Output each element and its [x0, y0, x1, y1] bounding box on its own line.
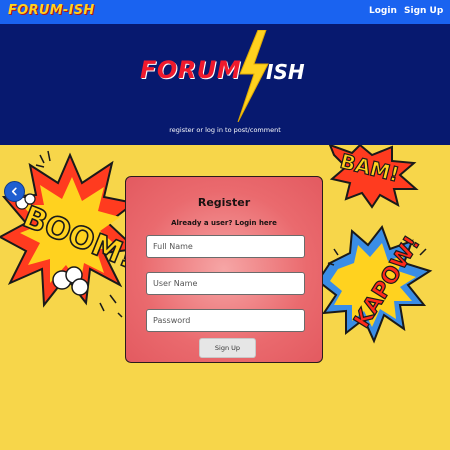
register-title: Register: [197, 196, 251, 209]
brand-logo[interactable]: FORUM-ISH: [8, 3, 95, 18]
user-name-input[interactable]: [146, 272, 305, 295]
signup-link[interactable]: Sign Up: [404, 6, 443, 16]
register-card: Register Already a user? Login here Sign…: [125, 176, 323, 363]
login-link[interactable]: Login: [369, 6, 397, 16]
boom-burst: BOOM!: [0, 150, 141, 318]
kapow-burst: KAPOW!: [316, 224, 433, 344]
hero-banner: FORUM ISH register or log in to post/com…: [0, 24, 450, 145]
top-navbar: FORUM-ISH Login Sign Up: [0, 0, 450, 24]
sign-up-button[interactable]: Sign Up: [199, 338, 256, 358]
full-name-input[interactable]: [146, 235, 305, 258]
back-button[interactable]: [4, 181, 25, 202]
password-input[interactable]: [146, 309, 305, 332]
hero-logo-ish: ISH: [266, 60, 305, 84]
login-here-link[interactable]: Already a user? Login here: [126, 219, 322, 227]
hero-logo-forum: FORUM: [140, 56, 242, 84]
chevron-left-icon: [11, 187, 17, 196]
bam-burst: BAM!: [328, 145, 419, 209]
hero-tagline: register or log in to post/comment: [169, 126, 281, 134]
